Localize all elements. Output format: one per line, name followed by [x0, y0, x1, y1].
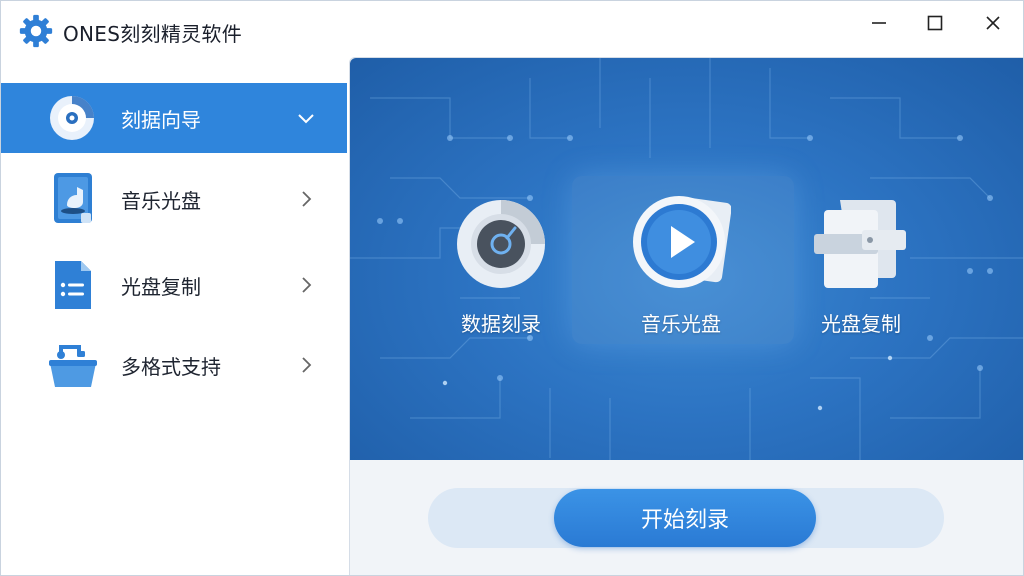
sidebar-item-music-disc[interactable]: 音乐光盘 [1, 159, 347, 239]
feature-label: 数据刻录 [461, 312, 541, 336]
feature-label: 音乐光盘 [641, 312, 721, 336]
music-file-icon [54, 173, 92, 223]
sidebar-item-multi-format[interactable]: 多格式支持 [1, 327, 347, 403]
chevron-right-icon [302, 191, 312, 207]
minimize-icon [872, 22, 886, 24]
data-disc-icon [457, 200, 545, 288]
sidebar-item-label: 音乐光盘 [121, 188, 201, 213]
sidebar-item-label: 多格式支持 [121, 354, 221, 379]
chevron-right-icon [302, 277, 312, 293]
chevron-down-icon [298, 114, 314, 124]
sidebar: 刻据向导 音乐光盘 光盘复制 多格式支持 [1, 83, 347, 575]
basket-icon [49, 345, 97, 387]
close-icon [986, 16, 1000, 30]
feature-music-disc[interactable]: 音乐光盘 [606, 196, 756, 348]
maximize-button[interactable] [907, 1, 963, 45]
play-disc-icon [633, 196, 731, 288]
sidebar-item-disc-copy[interactable]: 光盘复制 [1, 245, 347, 325]
feature-data-burn[interactable]: 数据刻录 [426, 198, 576, 348]
feature-banner: 数据刻录 音乐光盘 光盘复制 [350, 58, 1023, 460]
title-bar: ONES刻刻精灵软件 [1, 1, 1023, 57]
app-title: ONES刻刻精灵软件 [63, 22, 243, 46]
maximize-icon [927, 15, 943, 31]
sidebar-item-label: 光盘复制 [121, 274, 201, 299]
sidebar-item-label: 刻据向导 [121, 107, 201, 132]
minimize-button[interactable] [851, 1, 907, 45]
chevron-right-icon [302, 357, 312, 373]
document-list-icon [55, 261, 91, 309]
feature-label: 光盘复制 [821, 312, 901, 336]
gear-icon [19, 14, 53, 48]
start-burn-button[interactable]: 开始刻录 [554, 489, 816, 547]
disc-icon [50, 96, 94, 140]
copy-pages-icon [814, 200, 906, 288]
feature-disc-copy[interactable]: 光盘复制 [786, 198, 936, 348]
sidebar-item-burn-wizard[interactable]: 刻据向导 [1, 83, 347, 153]
close-button[interactable] [965, 1, 1021, 45]
app-window: ONES刻刻精灵软件 刻据向导 音乐光盘 光盘复制 多格式支持 数据刻录 音乐光… [0, 0, 1024, 576]
main-panel: 数据刻录 音乐光盘 光盘复制 开始刻录 [349, 57, 1023, 575]
